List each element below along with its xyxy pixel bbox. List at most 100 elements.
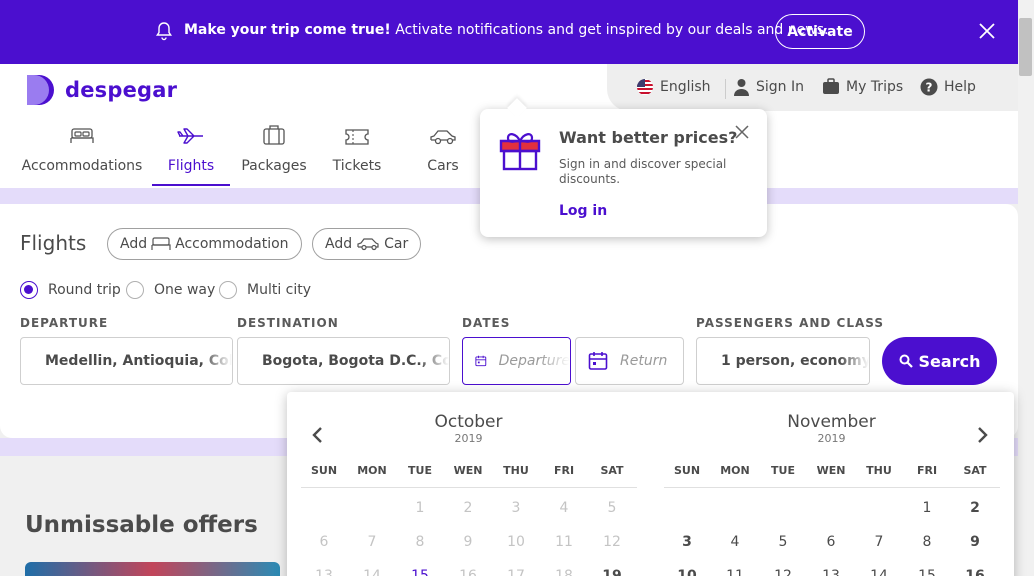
calendar-day: 12 [603,534,621,550]
calendar-day[interactable]: 6 [807,534,855,550]
scrollbar[interactable] [1018,0,1034,576]
calendar-day[interactable]: 5 [759,534,807,550]
calendar-day: 18 [555,568,573,576]
calendar-day: 10 [507,534,525,550]
tab-label: Cars [427,158,459,174]
weekday-label: WEN [816,464,846,477]
weekday-label: MON [357,464,387,477]
tab-accommodations[interactable]: Accommodations [22,124,142,186]
search-title: Flights [20,231,87,255]
airplane-icon [177,128,203,144]
calendar-day[interactable]: 19 [588,568,636,576]
help-icon: ? [920,78,938,96]
calendar-day: 2 [463,500,473,516]
calendar-day[interactable]: 4 [711,534,759,550]
my-trips-link[interactable]: My Trips [822,78,903,95]
sign-in-link[interactable]: Sign In [733,78,804,96]
log-in-link[interactable]: Log in [559,203,607,219]
calendar-day[interactable]: 15 [396,568,444,576]
departure-label: DEPARTURE [20,316,109,330]
activate-button[interactable]: Activate [775,14,865,49]
return-date-field[interactable]: Return [575,337,684,385]
tab-label: Packages [241,158,307,174]
calendar-day[interactable]: 14 [855,568,903,576]
offer-image[interactable] [25,562,280,576]
destination-field[interactable]: Bogota, Bogota D.C., Colombia [237,337,450,385]
passengers-label: PASSENGERS AND CLASS [696,316,885,330]
search-button[interactable]: Search [882,337,997,385]
tab-flights[interactable]: Flights [152,124,230,186]
calendar-day: 11 [555,534,573,550]
weekday-label: SAT [600,464,624,477]
help-link[interactable]: ? Help [920,78,976,96]
calendar-day: 17 [507,568,525,576]
tab-tickets[interactable]: Tickets [330,124,384,186]
tab-label: Accommodations [21,158,143,174]
date-picker: October 2019 SUN MON TUE WEN THU FRI SAT 1 2 3 4 5 6 7 8… [287,392,1014,576]
calendar-day[interactable]: 16 [951,568,999,576]
calendar-day: 8 [415,534,425,550]
radio-dot[interactable] [126,281,144,299]
car-icon [430,130,456,145]
popup-body: Sign in and discover special discounts. [559,157,727,186]
calendar-day[interactable]: 11 [711,568,759,576]
calendar-icon [475,355,487,367]
banner-message: Make your trip come true! Activate notif… [184,22,829,38]
calendar-day[interactable]: 9 [951,534,999,550]
search-icon [899,354,913,368]
calendar-day[interactable]: 13 [807,568,855,576]
logo-text: despegar [65,78,178,102]
calendar-day[interactable]: 8 [903,534,951,550]
chip-label: Accommodation [175,236,289,252]
weekday-label: WEN [453,464,483,477]
calendar-day: 4 [559,500,569,516]
tab-label: Tickets [332,158,382,174]
one-way-radio[interactable]: One way [126,281,215,299]
logo[interactable]: despegar [25,74,177,106]
weekday-label: THU [503,464,529,477]
departure-date-field[interactable]: Departure [462,337,571,385]
month-header: October 2019 [301,412,636,445]
calendar-day[interactable]: 1 [903,500,951,516]
dates-label: DATES [462,316,511,330]
us-flag-icon [637,79,653,95]
tab-cars[interactable]: Cars [412,124,474,186]
notification-banner: Make your trip come true! Activate notif… [0,0,1018,64]
add-accommodation-chip[interactable]: Add Accommodation [107,228,302,260]
calendar-day[interactable]: 3 [663,534,711,550]
calendar-day[interactable]: 12 [759,568,807,576]
weekday-label: FRI [916,464,938,477]
add-car-chip[interactable]: Add Car [312,228,422,260]
weekday-label: TUE [771,464,795,477]
departure-field[interactable]: Medellin, Antioquia, Colombia [20,337,233,385]
month-name: October [434,412,503,432]
round-trip-radio[interactable]: Round trip [20,281,121,299]
multi-city-radio[interactable]: Multi city [219,281,311,299]
calendar-day: 9 [463,534,473,550]
chip-label: Car [384,236,409,252]
close-icon[interactable] [977,21,997,41]
calendar-day[interactable]: 2 [951,500,999,516]
bell-icon [155,22,173,41]
chip-add-label: Add [120,236,148,252]
passengers-field[interactable]: 1 person, economy [696,337,870,385]
month-header: November 2019 [664,412,999,445]
weekday-label: MON [720,464,750,477]
calendar-day[interactable]: 15 [903,568,951,576]
calendar-day: 13 [315,568,333,576]
language-label: English [660,79,711,95]
tab-packages[interactable]: Packages [241,124,307,186]
calendar-day[interactable]: 7 [855,534,903,550]
weekday-label: SUN [673,464,701,477]
language-selector[interactable]: English [636,78,711,96]
calendar-day[interactable]: 10 [663,568,711,576]
weekday-label: SAT [963,464,987,477]
radio-dot[interactable] [219,281,237,299]
gift-icon [499,133,541,171]
calendar-day: 16 [459,568,477,576]
scrollbar-thumb[interactable] [1019,18,1032,76]
calendar-icon [588,352,608,370]
bed-icon [151,237,171,250]
close-icon[interactable] [735,125,749,139]
radio-dot[interactable] [20,281,38,299]
